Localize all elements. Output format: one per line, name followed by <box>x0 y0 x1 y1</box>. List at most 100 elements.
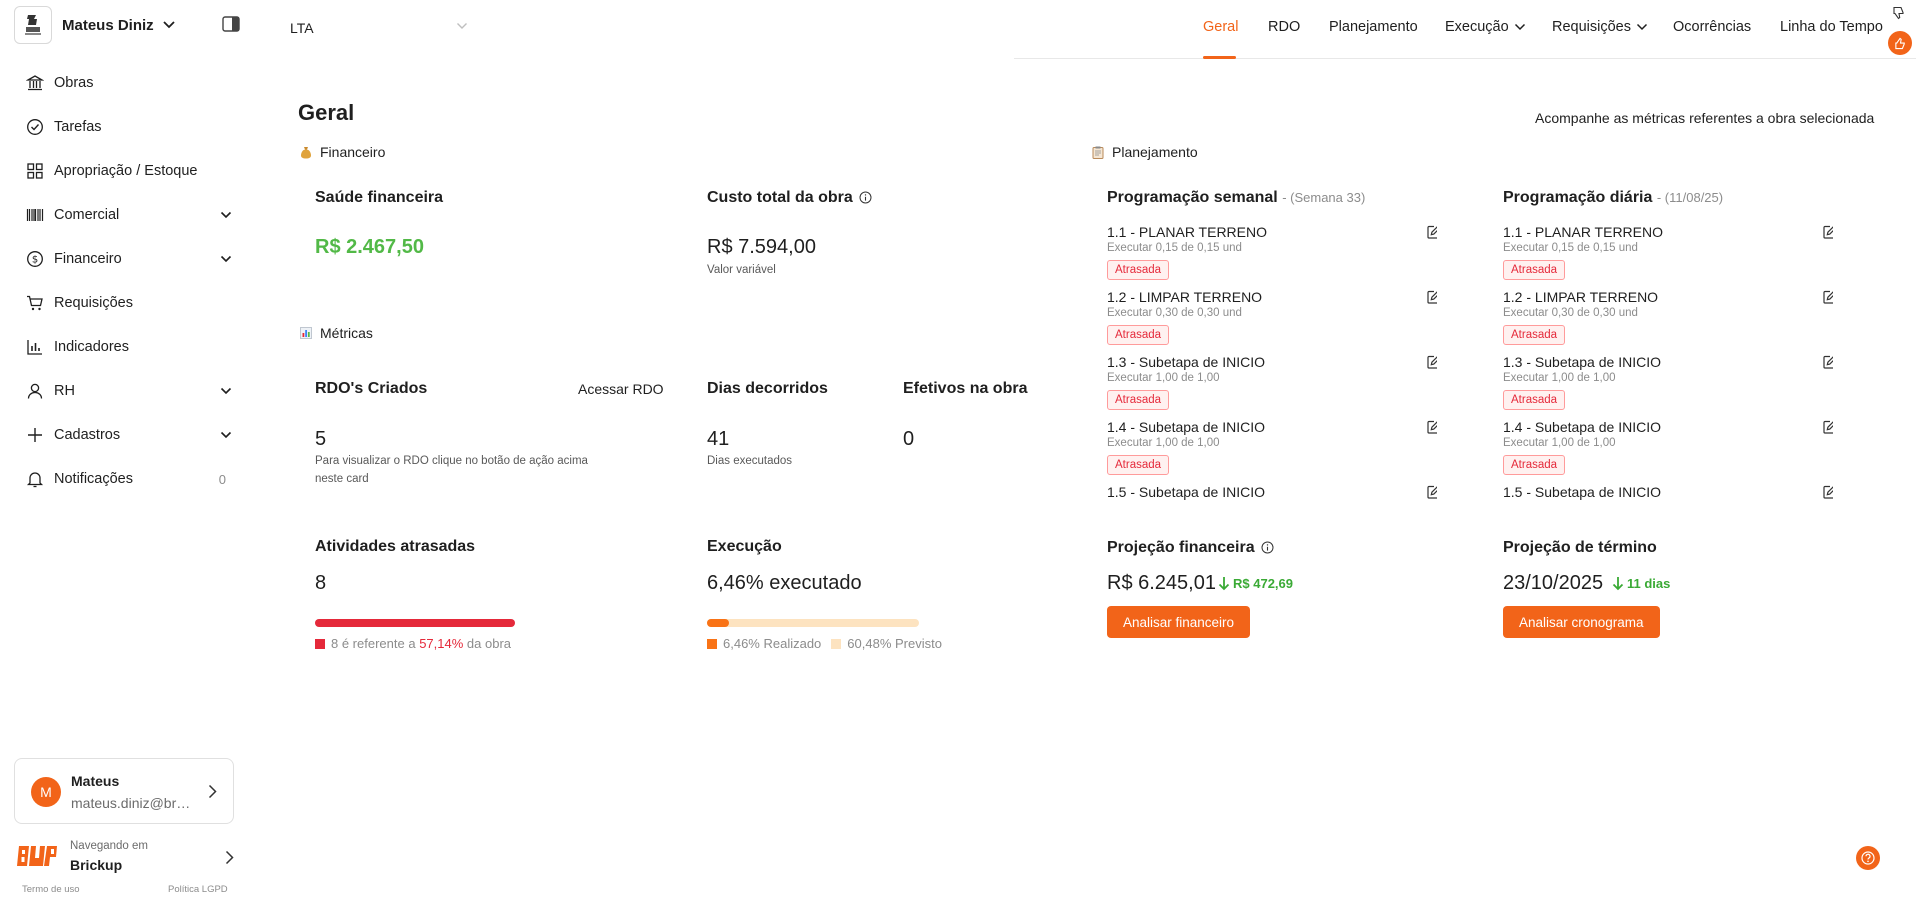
chevron-down-icon <box>220 193 232 237</box>
schedule-item-detail: Executar 1,00 de 1,00 <box>1107 372 1220 384</box>
sidebar-collapse-icon[interactable] <box>222 16 240 32</box>
tab-label: Ocorrências <box>1673 19 1752 35</box>
bar-chart-emoji-icon <box>300 327 312 339</box>
tab-execucao[interactable]: Execução <box>1445 19 1526 35</box>
brickup-logo-icon <box>16 844 58 868</box>
tab-rdo[interactable]: RDO <box>1268 19 1300 35</box>
chevron-down-icon <box>220 369 232 413</box>
privacy-link[interactable]: Política LGPD <box>168 884 228 895</box>
sidebar-item-requisicoes[interactable]: Requisições <box>0 281 240 325</box>
bell-icon <box>26 470 44 488</box>
projecao-termino-value: 23/10/2025 <box>1503 572 1604 594</box>
status-badge: Atrasada <box>1107 390 1170 410</box>
tab-planejamento[interactable]: Planejamento <box>1329 19 1418 35</box>
sidebar-item-indicadores[interactable]: Indicadores <box>0 325 240 369</box>
legend-percent: 57,14% <box>419 636 464 651</box>
edit-icon[interactable] <box>1426 289 1437 305</box>
execucao-bar-track <box>707 619 919 627</box>
atividades-atrasadas-value: 8 <box>315 572 327 594</box>
edit-icon[interactable] <box>1426 484 1437 500</box>
edit-icon[interactable] <box>1822 484 1833 500</box>
edit-icon[interactable] <box>1426 419 1437 435</box>
custo-total-title: Custo total da obra <box>707 189 872 207</box>
thumbs-down-icon[interactable] <box>1892 6 1906 20</box>
sidebar-item-label: Obras <box>54 75 94 91</box>
terms-link[interactable]: Termo de uso <box>22 884 80 895</box>
money-bag-icon <box>300 146 312 159</box>
section-label: Planejamento <box>1112 144 1198 160</box>
sidebar-item-apropriacao[interactable]: Apropriação / Estoque <box>0 149 240 193</box>
schedule-item-detail: Executar 0,15 de 0,15 und <box>1107 242 1242 254</box>
edit-icon[interactable] <box>1822 419 1833 435</box>
chevron-right-icon <box>225 850 234 865</box>
execucao-value: 6,46% executado <box>707 572 862 594</box>
analisar-cronograma-button[interactable]: Analisar cronograma <box>1503 606 1660 638</box>
rdo-note-line-2: neste card <box>315 473 369 485</box>
atrasadas-bar-track <box>315 619 515 627</box>
info-icon[interactable] <box>859 191 872 204</box>
schedule-item: 1.5 - Subetapa de INICIOExecutar 1,00 de… <box>1503 484 1833 500</box>
section-label: Financeiro <box>320 144 386 160</box>
execucao-realizado-fill <box>707 619 729 627</box>
edit-icon[interactable] <box>1426 354 1437 370</box>
section-planejamento: Planejamento <box>1092 144 1198 160</box>
schedule-item: 1.2 - LIMPAR TERRENO Executar 0,30 de 0,3… <box>1503 289 1833 354</box>
edit-icon[interactable] <box>1822 224 1833 240</box>
schedule-item: 1.5 - Subetapa de INICIOExecutar 1,00 de… <box>1107 484 1437 500</box>
tab-linha-do-tempo[interactable]: Linha do Tempo <box>1780 19 1883 35</box>
sidebar-item-label: RH <box>54 383 75 399</box>
schedule-item: 1.3 - Subetapa de INICIO Executar 1,00 de… <box>1107 354 1437 419</box>
help-icon[interactable] <box>1856 846 1880 870</box>
schedule-item-name: 1.2 - LIMPAR TERRENO <box>1503 289 1659 305</box>
sidebar-nav: Obras Tarefas Apropriação / Estoque Come… <box>0 61 240 501</box>
edit-icon[interactable] <box>1822 354 1833 370</box>
legend-swatch <box>707 638 717 649</box>
tab-label: RDO <box>1268 19 1301 35</box>
sidebar-item-financeiro[interactable]: $ Financeiro <box>0 237 240 281</box>
sidebar-item-notificacoes[interactable]: Notificações 0 <box>0 457 240 501</box>
efetivos-title: Efetivos na obra <box>903 380 1028 397</box>
chevron-down-icon <box>1636 23 1648 31</box>
section-label: Métricas <box>320 325 373 341</box>
page-subtitle: Acompanhe as métricas referentes a obra … <box>1535 110 1875 126</box>
workspace-switcher[interactable]: Navegando em Brickup <box>16 838 234 878</box>
sidebar-item-comercial[interactable]: Comercial <box>0 193 240 237</box>
info-icon[interactable] <box>1261 541 1274 554</box>
org-switcher[interactable]: Mateus Diniz <box>14 6 176 44</box>
sidebar-item-tarefas[interactable]: Tarefas <box>0 105 240 149</box>
edit-icon[interactable] <box>1426 224 1437 240</box>
edit-icon[interactable] <box>1822 289 1833 305</box>
sidebar-item-cadastros[interactable]: Cadastros <box>0 413 240 457</box>
tab-label: Planejamento <box>1329 19 1418 35</box>
schedule-item-name: 1.1 - PLANAR TERRENO <box>1107 224 1268 240</box>
projecao-financeira-value: R$ 6.245,01 <box>1107 572 1216 594</box>
user-card[interactable]: M Mateus mateus.diniz@brickup.com.br <box>14 758 234 824</box>
legend-text: 8 é referente a <box>331 636 416 651</box>
thumbs-up-icon[interactable] <box>1888 31 1912 55</box>
sidebar-item-rh[interactable]: RH <box>0 369 240 413</box>
project-select[interactable]: LTA <box>290 14 468 42</box>
chevron-right-icon <box>208 784 217 799</box>
schedule-item-name: 1.1 - PLANAR TERRENO <box>1503 224 1664 240</box>
section-financeiro: Financeiro <box>300 144 385 160</box>
analisar-financeiro-button[interactable]: Analisar financeiro <box>1107 606 1251 638</box>
grid-icon <box>26 162 44 180</box>
sidebar-item-obras[interactable]: Obras <box>0 61 240 105</box>
svg-text:$: $ <box>32 255 38 266</box>
acessar-rdo-link[interactable]: Acessar RDO <box>578 381 664 397</box>
tab-ocorrencias[interactable]: Ocorrências <box>1673 19 1751 35</box>
schedule-item-detail: Executar 0,15 de 0,15 und <box>1503 242 1638 254</box>
page-title: Geral <box>298 100 355 125</box>
projecao-financeira-delta: R$ 472,69 <box>1218 576 1293 591</box>
org-name: Mateus Diniz <box>62 16 154 34</box>
sidebar-item-label: Indicadores <box>54 339 129 355</box>
schedule-item-detail: Executar 0,30 de 0,30 und <box>1107 307 1242 319</box>
schedule-item-name: 1.2 - LIMPAR TERRENO <box>1107 289 1263 305</box>
tab-label: Execução <box>1445 19 1509 35</box>
programacao-semanal-label: Programação semanal <box>1107 189 1278 206</box>
tab-geral[interactable]: Geral <box>1203 19 1238 35</box>
schedule-item-detail: Executar 1,00 de 1,00 <box>1503 372 1616 384</box>
sidebar-item-label: Requisições <box>54 295 133 311</box>
tab-requisicoes[interactable]: Requisições <box>1552 19 1648 35</box>
chevron-down-icon <box>1514 23 1526 31</box>
